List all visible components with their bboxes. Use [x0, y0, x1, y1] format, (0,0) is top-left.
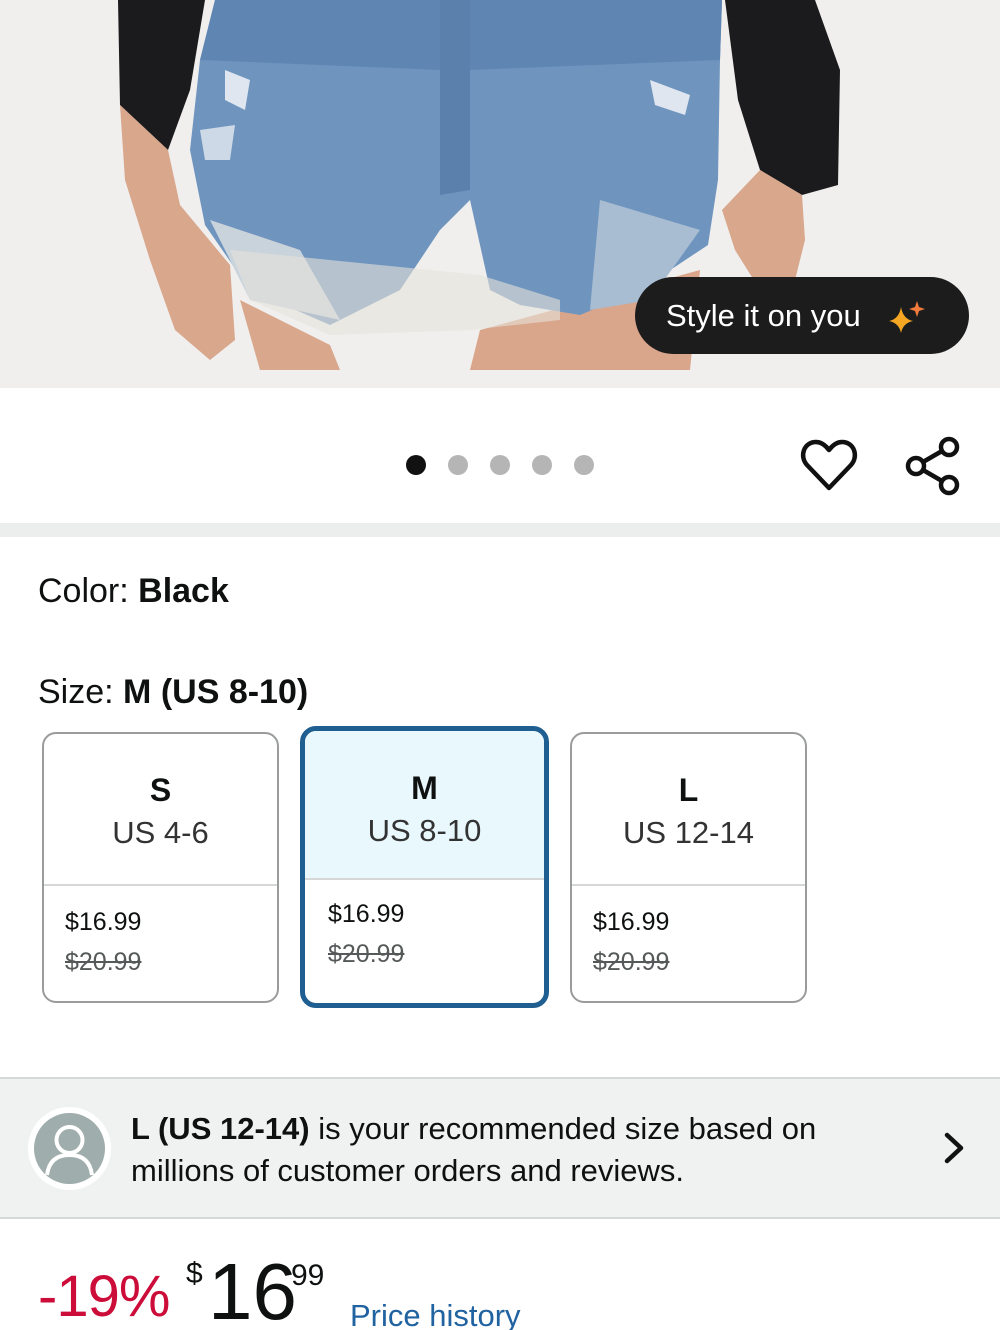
- discount-percent: -19%: [38, 1264, 170, 1329]
- size-letter: L: [678, 772, 699, 808]
- size-value: M (US 8-10): [123, 673, 309, 711]
- color-label: Color:: [38, 572, 139, 610]
- size-was-price: $20.99: [593, 948, 670, 976]
- recommendation-text: L (US 12-14) is your recommended size ba…: [131, 1108, 831, 1192]
- size-range: US 12-14: [623, 815, 754, 850]
- price-cents: 99: [291, 1259, 325, 1292]
- chevron-right-icon[interactable]: [940, 1130, 968, 1166]
- style-it-on-you-label: Style it on you: [666, 297, 861, 333]
- size-was-price: $20.99: [65, 948, 142, 976]
- size-was-price: $20.99: [328, 940, 405, 968]
- carousel-dot-2[interactable]: [448, 455, 468, 475]
- user-icon: [45, 1125, 94, 1176]
- product-image[interactable]: Style it on you: [0, 0, 1000, 388]
- section-divider: [0, 523, 1000, 537]
- carousel-dot-4[interactable]: [532, 455, 552, 475]
- share-icon[interactable]: [904, 436, 962, 496]
- carousel-dot-5[interactable]: [574, 455, 594, 475]
- style-it-on-you-button[interactable]: Style it on you: [635, 277, 969, 354]
- size-option-m[interactable]: M US 8-10 $16.99 $20.99: [300, 726, 549, 1008]
- color-value: Black: [138, 572, 229, 610]
- color-selection: Color: Black: [38, 572, 229, 611]
- size-range: US 4-6: [112, 815, 209, 850]
- carousel-dot-3[interactable]: [490, 455, 510, 475]
- size-letter: M: [411, 770, 438, 806]
- size-option-l[interactable]: L US 12-14 $16.99 $20.99: [570, 732, 807, 1003]
- recommended-size: L (US 12-14): [131, 1111, 310, 1146]
- size-price: $16.99: [593, 908, 670, 936]
- size-selection: Size: M (US 8-10): [38, 673, 308, 712]
- size-letter: S: [149, 772, 172, 808]
- size-price: $16.99: [65, 908, 142, 936]
- size-label: Size:: [38, 673, 124, 711]
- size-option-s[interactable]: S US 4-6 $16.99 $20.99: [42, 732, 279, 1003]
- carousel-dot-1[interactable]: [406, 455, 426, 475]
- carousel-indicator[interactable]: [406, 455, 594, 475]
- size-range: US 8-10: [367, 813, 482, 848]
- heart-icon[interactable]: [800, 437, 858, 493]
- price-dollars: 16: [208, 1247, 297, 1330]
- avatar: [28, 1107, 111, 1190]
- size-price: $16.99: [328, 900, 405, 928]
- price-history-link[interactable]: Price history: [350, 1298, 521, 1330]
- sparkle-icon: [889, 301, 925, 333]
- price-currency: $: [186, 1257, 203, 1290]
